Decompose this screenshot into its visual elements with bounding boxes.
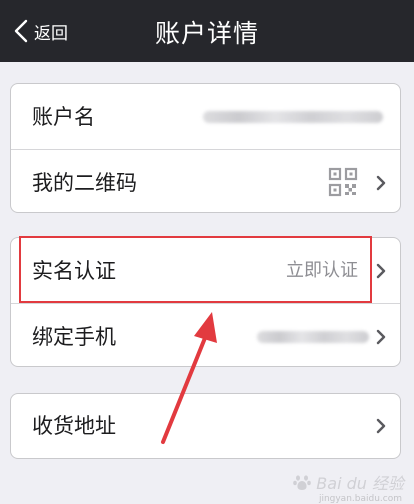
shipping-address-label: 收货地址 <box>32 414 116 438</box>
chevron-right-icon <box>376 175 386 191</box>
chevron-right-icon <box>376 263 386 279</box>
shipping-address-row[interactable]: 收货地址 <box>11 394 400 458</box>
qr-code-label: 我的二维码 <box>32 171 137 195</box>
navigation-bar: 返回 账户详情 <box>0 0 414 62</box>
qr-code-row[interactable]: 我的二维码 <box>11 149 400 215</box>
account-name-label: 账户名 <box>32 105 95 129</box>
watermark-text: Bai du 经验 <box>316 474 404 493</box>
watermark-subtext: jingyan.baidu.com <box>318 494 402 504</box>
chevron-right-icon <box>376 329 386 345</box>
shipping-address-card: 收货地址 <box>10 393 401 459</box>
phone-number-value-obscured <box>257 331 369 343</box>
bind-phone-row[interactable]: 绑定手机 <box>11 303 400 369</box>
chevron-right-icon <box>376 418 386 434</box>
account-name-row: 账户名 <box>11 84 400 150</box>
account-info-card: 账户名 我的二维码 <box>10 83 401 213</box>
watermark: Bai du 经验 <box>292 470 404 494</box>
bind-phone-label: 绑定手机 <box>32 325 116 349</box>
account-name-value-obscured <box>203 111 383 123</box>
paw-logo-icon <box>293 475 312 490</box>
annotation-highlight-box <box>19 236 372 303</box>
page-title: 账户详情 <box>154 19 259 48</box>
qr-code-icon <box>328 167 358 197</box>
